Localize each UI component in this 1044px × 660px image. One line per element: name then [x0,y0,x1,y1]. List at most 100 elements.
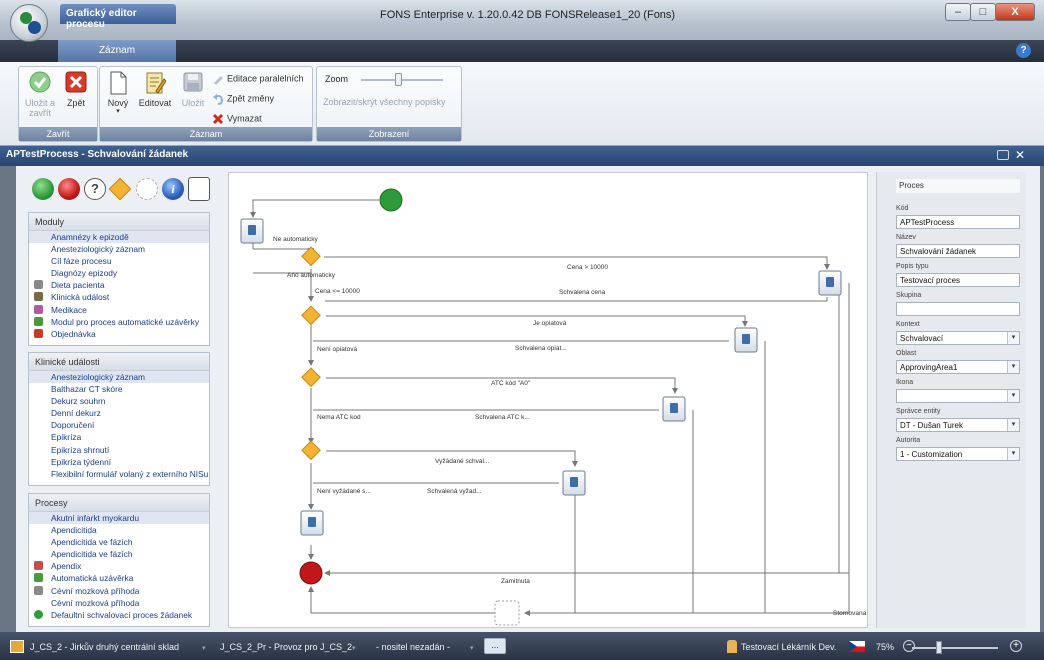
save-and-close-button[interactable]: Uložit a zavřít [23,71,57,118]
list-item[interactable]: Akutní infarkt myokardu [29,512,209,525]
property-field[interactable] [896,302,1020,316]
toggle-labels-button[interactable]: Zobrazit/skrýt všechny popisky [323,97,446,107]
list-item[interactable]: Medikace [29,304,209,316]
property-field[interactable]: APTestProcess [896,215,1020,229]
decision-node-atc[interactable] [301,440,321,461]
label-schvalena-cena: Schvalena cena [559,289,606,296]
list-item-label: Objednávka [51,328,96,339]
list-item[interactable]: Apendicitida ve fázích [29,548,209,560]
list-item[interactable]: Apendix [29,560,209,572]
list-item[interactable]: Apendicitida [29,524,209,536]
minimize-button[interactable]: – [945,3,971,21]
user-icon [727,640,737,653]
app-menu-button[interactable] [10,4,48,42]
property-field[interactable]: DT - Dušan Turek [896,418,1020,432]
help-icon[interactable]: ? [1016,43,1031,58]
group-caption-zaznam: Záznam [100,127,312,141]
cancel-node[interactable] [494,600,520,626]
czech-flag-icon[interactable] [849,641,865,652]
start-node[interactable] [379,188,403,212]
property-field[interactable]: Schvalovací [896,331,1020,345]
list-item[interactable]: Defaultní schvalovací proces žádanek [29,609,209,621]
start-node-tool[interactable] [32,178,54,200]
list-item[interactable]: Anesteziologický záznam [29,243,209,255]
list-moduly: Moduly Anamnézy k epizodě Anesteziologick… [28,212,210,346]
status-zoom-slider[interactable] [912,647,998,649]
edit-button[interactable]: Editovat [134,71,176,108]
tab-zaznam[interactable]: Záznam [58,40,176,62]
list-item-label: Denní dekurz [51,408,101,419]
list-item[interactable]: Cévní mozková příhoda [29,585,209,597]
list-item[interactable]: Diagnózy epizody [29,267,209,279]
zoom-slider-thumb[interactable] [395,73,402,86]
status-provoz[interactable]: J_CS_2_Pr - Provoz pro J_CS_2 [220,642,352,652]
new-button[interactable]: Nový ▾ [104,71,132,115]
end-node[interactable] [299,561,323,585]
dashed-circle-tool[interactable] [136,178,158,200]
list-header-moduly: Moduly [29,213,209,231]
zoom-in-icon[interactable]: + [1010,640,1022,652]
property-field[interactable] [896,389,1020,403]
label-cena-gt: Cena > 10000 [567,264,608,271]
decision-node-opiat[interactable] [301,367,321,388]
list-item-label: Apendicitida ve fázích [51,537,133,548]
list-item[interactable]: Cévní mozková příhoda [29,597,209,609]
list-item[interactable]: Flexibilní formulář volaný z externího N… [29,468,209,480]
list-item[interactable]: Doporučení [29,419,209,431]
maximize-button[interactable]: □ [970,3,996,21]
warehouse-icon [10,640,24,653]
process-canvas[interactable]: Ne automaticky Ano automaticky Cena > 10… [228,172,868,628]
end-node-tool[interactable] [58,178,80,200]
list-item[interactable]: Dekurz souhrn [29,395,209,407]
edit-parallel-button[interactable]: Editace paralelních [212,73,312,89]
list-item[interactable]: Denní dekurz [29,407,209,419]
close-window-button[interactable]: X [995,3,1035,21]
chevron-down-icon[interactable]: ▾ [202,644,206,652]
context-tab-graphic-editor[interactable]: Grafický editor procesu [60,4,176,30]
list-item-label: Apendicitida [51,525,97,536]
status-location[interactable]: J_CS_2 - Jirkův druhý centrální sklad [30,642,179,652]
back-button[interactable]: Zpět [61,71,91,108]
more-button[interactable]: ... [484,638,506,654]
list-item[interactable]: Balthazar CT skóre [29,383,209,395]
property-field[interactable]: Schvalování žádanek [896,244,1020,258]
status-zoom-thumb[interactable] [936,641,942,654]
zoom-slider[interactable] [361,73,443,86]
label-nema-atc: Nema ATC kod [317,414,361,421]
status-nositel[interactable]: - nositel nezadán - [376,642,450,652]
list-item[interactable]: Epikríza shrnutí [29,444,209,456]
red-x-icon [65,71,87,95]
list-item-label: Flexibilní formulář volaný z externího N… [51,468,209,479]
property-field[interactable]: ApprovingArea1 [896,360,1020,374]
label-zamitnuta: Zamitnuta [501,578,530,585]
property-field[interactable]: Testovací proces [896,273,1020,287]
label-stornovana: Stornovana [833,610,867,617]
list-item[interactable]: Epikríza týdenní [29,456,209,468]
close-document-button[interactable]: ✕ [1015,148,1025,162]
activity-tool[interactable] [188,177,210,201]
list-item[interactable]: Modul pro proces automatické uzávěrky [29,316,209,328]
property-field[interactable]: 1 - Customization [896,447,1020,461]
undo-changes-button[interactable]: Zpět změny [212,93,312,109]
list-item[interactable]: Automatická uzávěrka [29,572,209,584]
list-item[interactable]: Anamnézy k epizodě [29,231,209,244]
status-user[interactable]: Testovací Lékárník Dev. [741,642,836,652]
chevron-down-icon[interactable]: ▾ [470,644,474,652]
decision-node-automaticky[interactable] [301,246,321,267]
question-icon[interactable]: ? [84,178,106,200]
list-item[interactable]: Klinická událost [29,291,209,303]
info-icon[interactable]: i [162,178,184,200]
decision-node-cena[interactable] [301,305,321,326]
list-item[interactable]: Cíl fáze procesu [29,255,209,267]
zoom-out-icon[interactable]: − [903,640,915,652]
ribbon-group-zavrit: Uložit a zavřít Zpět Zavřít [18,66,98,142]
list-item[interactable]: Epikríza [29,431,209,443]
decision-tool[interactable] [108,177,132,201]
list-item[interactable]: Apendicitida ve fázích [29,536,209,548]
list-item[interactable]: Anesteziologický záznam [29,371,209,384]
pin-icon[interactable] [997,150,1009,160]
list-item[interactable]: Dieta pacienta [29,279,209,291]
save-button[interactable]: Uložit [178,71,208,108]
list-item[interactable]: Objednávka [29,328,209,340]
chevron-down-icon[interactable]: ▾ [352,644,356,652]
